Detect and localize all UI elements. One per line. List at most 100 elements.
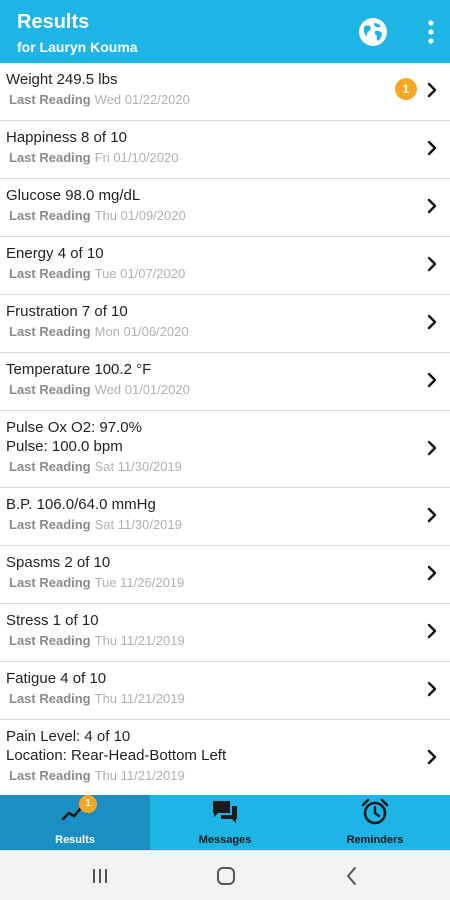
last-reading-date: Sat 11/30/2019 xyxy=(94,459,182,474)
last-reading-meta: Last Reading Sat 11/30/2019 xyxy=(6,517,182,532)
result-value: Spasms 2 of 10 xyxy=(6,554,111,571)
last-reading-meta: Last Reading Fri 01/10/2020 xyxy=(6,150,178,165)
notification-badge: 1 xyxy=(395,78,417,100)
chevron-right-icon xyxy=(427,440,437,455)
chevron-right-icon xyxy=(427,565,437,581)
page-title: Results xyxy=(17,11,90,33)
result-content: Happiness 8 of 10 Last Reading Fri 01/10/2… xyxy=(6,128,178,165)
last-reading-label: Last Reading xyxy=(9,92,91,107)
chat-bubbles-icon xyxy=(213,801,237,823)
result-content: Frustration 7 of 10 Last Reading Mon 01/06… xyxy=(6,302,189,339)
results-list: Weight 249.5 lbs Last Reading Wed 01/22/20… xyxy=(0,63,450,795)
result-value: B.P. 106.0/64.0 mmHg xyxy=(6,496,156,513)
result-row[interactable]: Frustration 7 of 10 Last Reading Mon 01/06… xyxy=(0,295,450,353)
result-value: Pulse Ox O2: 97.0% xyxy=(6,419,142,436)
last-reading-label: Last Reading xyxy=(9,266,91,281)
last-reading-meta: Last Reading Thu 01/09/2020 xyxy=(6,208,186,223)
globe-icon[interactable] xyxy=(358,17,388,47)
last-reading-date: Tue 11/26/2019 xyxy=(94,575,185,590)
chevron-right-icon xyxy=(427,372,437,388)
last-reading-date: Thu 11/21/2019 xyxy=(94,691,185,706)
result-row[interactable]: Fatigue 4 of 10 Last Reading Thu 11/21/201… xyxy=(0,662,450,720)
result-value: Temperature 100.2 °F xyxy=(6,361,152,378)
result-value-secondary: Location: Rear-Head-Bottom Left xyxy=(6,747,227,764)
last-reading-date: Fri 01/10/2020 xyxy=(94,150,179,165)
back-icon[interactable] xyxy=(340,864,364,888)
last-reading-date: Thu 11/21/2019 xyxy=(94,768,185,783)
last-reading-label: Last Reading xyxy=(9,150,91,165)
last-reading-meta: Last Reading Thu 11/21/2019 xyxy=(6,691,185,706)
tab-reminders[interactable]: Reminders xyxy=(300,795,450,850)
last-reading-date: Tue 01/07/2020 xyxy=(94,266,186,281)
result-row[interactable]: Happiness 8 of 10 Last Reading Fri 01/10/2… xyxy=(0,121,450,179)
result-content: Weight 249.5 lbs Last Reading Wed 01/22/20… xyxy=(6,70,190,107)
result-value-secondary: Pulse: 100.0 bpm xyxy=(6,438,123,455)
more-options-icon[interactable] xyxy=(420,18,442,46)
result-row[interactable]: Weight 249.5 lbs Last Reading Wed 01/22/20… xyxy=(0,63,450,121)
last-reading-date: Sat 11/30/2019 xyxy=(94,517,182,532)
result-value: Happiness 8 of 10 xyxy=(6,129,127,146)
chevron-right-icon xyxy=(427,507,437,523)
tab-results-label: Results xyxy=(55,834,95,846)
result-content: Fatigue 4 of 10 Last Reading Thu 11/21/201… xyxy=(6,669,185,706)
last-reading-meta: Last Reading Thu 11/21/2019 xyxy=(6,768,226,783)
last-reading-date: Thu 01/09/2020 xyxy=(94,208,186,223)
result-value: Energy 4 of 10 xyxy=(6,245,104,262)
last-reading-meta: Last Reading Wed 01/22/2020 xyxy=(6,92,190,107)
last-reading-label: Last Reading xyxy=(9,459,91,474)
chevron-right-icon xyxy=(427,256,437,272)
chevron-right-icon xyxy=(427,82,437,98)
chevron-right-icon xyxy=(427,681,437,697)
result-content: Pain Level: 4 of 10 Location: Rear-Head-B… xyxy=(6,727,226,783)
alarm-clock-icon xyxy=(361,798,389,825)
result-value: Frustration 7 of 10 xyxy=(6,303,128,320)
result-row[interactable]: Pulse Ox O2: 97.0% Pulse: 100.0 bpm Last R… xyxy=(0,411,450,488)
result-value: Stress 1 of 10 xyxy=(6,612,99,629)
last-reading-date: Wed 01/01/2020 xyxy=(94,382,190,397)
last-reading-label: Last Reading xyxy=(9,382,91,397)
result-value: Glucose 98.0 mg/dL xyxy=(6,187,141,204)
last-reading-label: Last Reading xyxy=(9,517,91,532)
result-row[interactable]: Spasms 2 of 10 Last Reading Tue 11/26/2019 xyxy=(0,546,450,604)
result-row[interactable]: Glucose 98.0 mg/dL Last Reading Thu 01/09/… xyxy=(0,179,450,237)
home-icon[interactable] xyxy=(214,864,238,888)
result-content: Pulse Ox O2: 97.0% Pulse: 100.0 bpm Last R… xyxy=(6,418,182,474)
last-reading-date: Wed 01/22/2020 xyxy=(94,92,190,107)
recent-apps-icon[interactable] xyxy=(88,864,112,888)
chevron-right-icon xyxy=(427,749,437,764)
last-reading-date: Mon 01/06/2020 xyxy=(94,324,189,339)
tab-reminders-label: Reminders xyxy=(346,834,404,846)
result-value: Fatigue 4 of 10 xyxy=(6,670,107,687)
last-reading-meta: Last Reading Sat 11/30/2019 xyxy=(6,459,182,474)
chevron-right-icon xyxy=(427,140,437,156)
result-row[interactable]: Pain Level: 4 of 10 Location: Rear-Head-B… xyxy=(0,720,450,795)
result-content: Stress 1 of 10 Last Reading Thu 11/21/2019 xyxy=(6,611,185,648)
last-reading-label: Last Reading xyxy=(9,691,91,706)
last-reading-meta: Last Reading Tue 11/26/2019 xyxy=(6,575,184,590)
result-content: Energy 4 of 10 Last Reading Tue 01/07/2020 xyxy=(6,244,185,281)
result-value: Weight 249.5 lbs xyxy=(6,71,118,88)
last-reading-meta: Last Reading Tue 01/07/2020 xyxy=(6,266,185,281)
result-row[interactable]: Stress 1 of 10 Last Reading Thu 11/21/2019 xyxy=(0,604,450,662)
last-reading-label: Last Reading xyxy=(9,633,91,648)
last-reading-label: Last Reading xyxy=(9,768,91,783)
result-content: Spasms 2 of 10 Last Reading Tue 11/26/2019 xyxy=(6,553,184,590)
chevron-right-icon xyxy=(427,314,437,330)
bottom-tab-bar: 1 Results Messages Reminders xyxy=(0,795,450,850)
result-value: Pain Level: 4 of 10 xyxy=(6,728,131,745)
last-reading-meta: Last Reading Thu 11/21/2019 xyxy=(6,633,185,648)
last-reading-meta: Last Reading Mon 01/06/2020 xyxy=(6,324,189,339)
tab-messages[interactable]: Messages xyxy=(150,795,300,850)
chevron-right-icon xyxy=(427,198,437,214)
result-content: Glucose 98.0 mg/dL Last Reading Thu 01/09/… xyxy=(6,186,186,223)
result-row[interactable]: Energy 4 of 10 Last Reading Tue 01/07/2020 xyxy=(0,237,450,295)
chevron-right-icon xyxy=(427,623,437,639)
result-row[interactable]: B.P. 106.0/64.0 mmHg Last Reading Sat 11/3… xyxy=(0,488,450,546)
result-row[interactable]: Temperature 100.2 °F Last Reading Wed 01/0… xyxy=(0,353,450,411)
tab-results[interactable]: 1 Results xyxy=(0,795,150,850)
last-reading-date: Thu 11/21/2019 xyxy=(94,633,185,648)
app-bar: Results for Lauryn Kouma xyxy=(0,0,450,63)
results-tab-badge: 1 xyxy=(79,795,97,813)
last-reading-meta: Last Reading Wed 01/01/2020 xyxy=(6,382,190,397)
result-content: Temperature 100.2 °F Last Reading Wed 01/0… xyxy=(6,360,190,397)
